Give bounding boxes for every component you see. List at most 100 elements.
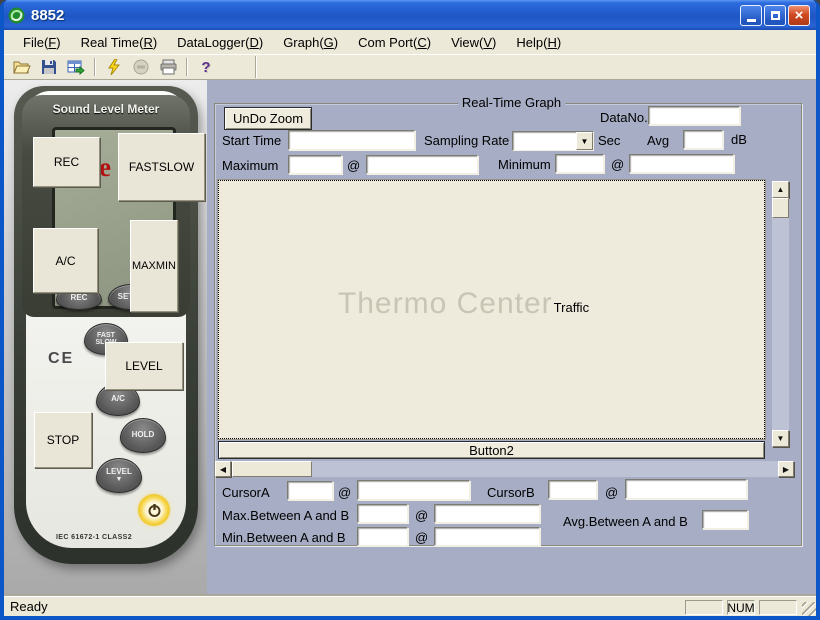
min-between-label: Min.Between A and B bbox=[222, 530, 346, 545]
open-file-icon bbox=[13, 59, 31, 75]
maximum-label: Maximum bbox=[222, 158, 278, 173]
disconnect-button bbox=[129, 56, 153, 78]
cursor-a-time-field[interactable] bbox=[357, 480, 470, 500]
cursor-b-time-field[interactable] bbox=[625, 479, 747, 499]
avg-between-field[interactable] bbox=[702, 510, 748, 529]
ce-mark: CE bbox=[48, 350, 74, 368]
menu-datalogger[interactable]: DataLogger(D) bbox=[168, 32, 272, 53]
at-symbol: @ bbox=[605, 485, 618, 500]
ac-button[interactable]: A/C bbox=[33, 228, 98, 293]
menu-view[interactable]: View(V) bbox=[442, 32, 505, 53]
button2[interactable]: Button2 bbox=[218, 441, 765, 459]
scroll-right-button[interactable]: ▶ bbox=[778, 461, 794, 477]
menu-bar: File(F) Real Time(R) DataLogger(D) Graph… bbox=[4, 30, 816, 54]
at-symbol: @ bbox=[611, 157, 624, 172]
cursor-a-field[interactable] bbox=[287, 481, 333, 500]
min-between-time-field[interactable] bbox=[434, 527, 540, 546]
at-symbol: @ bbox=[415, 508, 428, 523]
stop-button[interactable]: STOP bbox=[34, 412, 92, 468]
device-level-key: LEVEL▼ bbox=[96, 458, 142, 493]
maxmin-button[interactable]: MAXMIN bbox=[130, 220, 178, 312]
menu-graph[interactable]: Graph(G) bbox=[274, 32, 347, 53]
toolbar-separator bbox=[186, 58, 188, 76]
level-button[interactable]: LEVEL bbox=[105, 342, 183, 390]
arrow-right-icon: ▶ bbox=[783, 465, 789, 474]
arrow-up-icon: ▲ bbox=[777, 185, 785, 194]
print-icon bbox=[160, 59, 177, 75]
open-file-button[interactable] bbox=[10, 56, 34, 78]
device-cert-text: IEC 61672-1 CLASS2 bbox=[32, 534, 156, 541]
rec-button[interactable]: REC bbox=[33, 137, 100, 187]
fastslow-button[interactable]: FASTSLOW bbox=[118, 133, 205, 201]
data-no-field[interactable] bbox=[648, 106, 740, 125]
maximize-button[interactable] bbox=[764, 5, 786, 26]
scroll-left-button[interactable]: ◀ bbox=[215, 461, 231, 477]
graph-vertical-scrollbar[interactable]: ▲ ▼ bbox=[772, 181, 789, 447]
device-title: Sound Level Meter bbox=[22, 102, 190, 116]
connect-button[interactable] bbox=[102, 56, 126, 78]
print-button[interactable] bbox=[156, 56, 180, 78]
graph-series-label: Traffic bbox=[554, 300, 589, 315]
status-bar: Ready NUM bbox=[4, 596, 816, 616]
help-icon: ? bbox=[201, 59, 210, 76]
save-button[interactable] bbox=[37, 56, 61, 78]
status-panel-scrl bbox=[759, 600, 797, 615]
disconnect-icon bbox=[133, 59, 149, 75]
scroll-up-button[interactable]: ▲ bbox=[772, 181, 789, 198]
real-time-panel: Real-Time Graph UnDo Zoom DataNo. Start … bbox=[207, 80, 816, 596]
minimum-time-field[interactable] bbox=[629, 154, 734, 173]
minimize-button[interactable] bbox=[740, 5, 762, 26]
start-time-label: Start Time bbox=[222, 133, 281, 148]
arrow-down-icon: ▼ bbox=[777, 434, 785, 443]
avg-label: Avg bbox=[647, 133, 669, 148]
avg-between-label: Avg.Between A and B bbox=[563, 514, 688, 529]
titlebar: 8852 × bbox=[0, 0, 820, 30]
maximum-field[interactable] bbox=[288, 155, 342, 174]
close-icon: × bbox=[795, 8, 804, 23]
level-down-arrow-icon: ▼ bbox=[116, 476, 123, 483]
at-symbol: @ bbox=[415, 530, 428, 545]
start-time-field[interactable] bbox=[288, 130, 415, 150]
sampling-rate-select[interactable]: ▼ bbox=[512, 131, 594, 151]
status-message: Ready bbox=[4, 599, 48, 614]
device-power-button-photo bbox=[138, 494, 170, 526]
vertical-scroll-thumb[interactable] bbox=[772, 198, 789, 218]
cursor-a-label: CursorA bbox=[222, 485, 270, 500]
max-between-field[interactable] bbox=[357, 504, 408, 523]
cursor-b-field[interactable] bbox=[548, 480, 597, 499]
save-icon bbox=[41, 59, 57, 75]
minimize-icon bbox=[747, 19, 756, 22]
chevron-down-icon: ▼ bbox=[581, 137, 589, 146]
window-title: 8852 bbox=[31, 7, 64, 24]
close-button[interactable]: × bbox=[788, 5, 810, 26]
max-between-time-field[interactable] bbox=[434, 504, 540, 523]
max-between-label: Max.Between A and B bbox=[222, 508, 349, 523]
avg-field[interactable] bbox=[683, 130, 723, 149]
minimum-label: Minimum bbox=[498, 157, 551, 172]
dropdown-button[interactable]: ▼ bbox=[576, 132, 593, 150]
graph-plot-area[interactable]: Thermo Center Traffic bbox=[218, 180, 765, 439]
resize-grip[interactable] bbox=[802, 602, 816, 616]
connect-icon bbox=[107, 59, 121, 75]
power-icon bbox=[147, 503, 162, 518]
minimum-field[interactable] bbox=[555, 154, 604, 173]
min-between-field[interactable] bbox=[357, 527, 408, 546]
toolbar: ? bbox=[4, 54, 816, 80]
help-button[interactable]: ? bbox=[194, 56, 218, 78]
export-data-button[interactable] bbox=[64, 56, 88, 78]
scroll-down-button[interactable]: ▼ bbox=[772, 430, 789, 447]
graph-horizontal-scrollbar[interactable]: ◀ ▶ bbox=[215, 461, 794, 477]
menu-real-time[interactable]: Real Time(R) bbox=[72, 32, 167, 53]
undo-zoom-button[interactable]: UnDo Zoom bbox=[224, 107, 312, 130]
maximum-time-field[interactable] bbox=[366, 155, 478, 174]
app-window: 8852 × File(F) Real Time(R) DataLogger(D… bbox=[0, 0, 820, 620]
menu-com-port[interactable]: Com Port(C) bbox=[349, 32, 440, 53]
horizontal-scroll-thumb[interactable] bbox=[232, 461, 312, 477]
sec-label: Sec bbox=[598, 133, 620, 148]
device-photo-panel: Sound Level Meter ne REC SETUP FASTSLOW … bbox=[4, 80, 207, 596]
sampling-rate-label: Sampling Rate bbox=[424, 133, 509, 148]
menu-file[interactable]: File(F) bbox=[14, 32, 70, 53]
menu-help[interactable]: Help(H) bbox=[507, 32, 570, 53]
cursor-b-label: CursorB bbox=[487, 485, 535, 500]
toolbar-separator bbox=[94, 58, 96, 76]
